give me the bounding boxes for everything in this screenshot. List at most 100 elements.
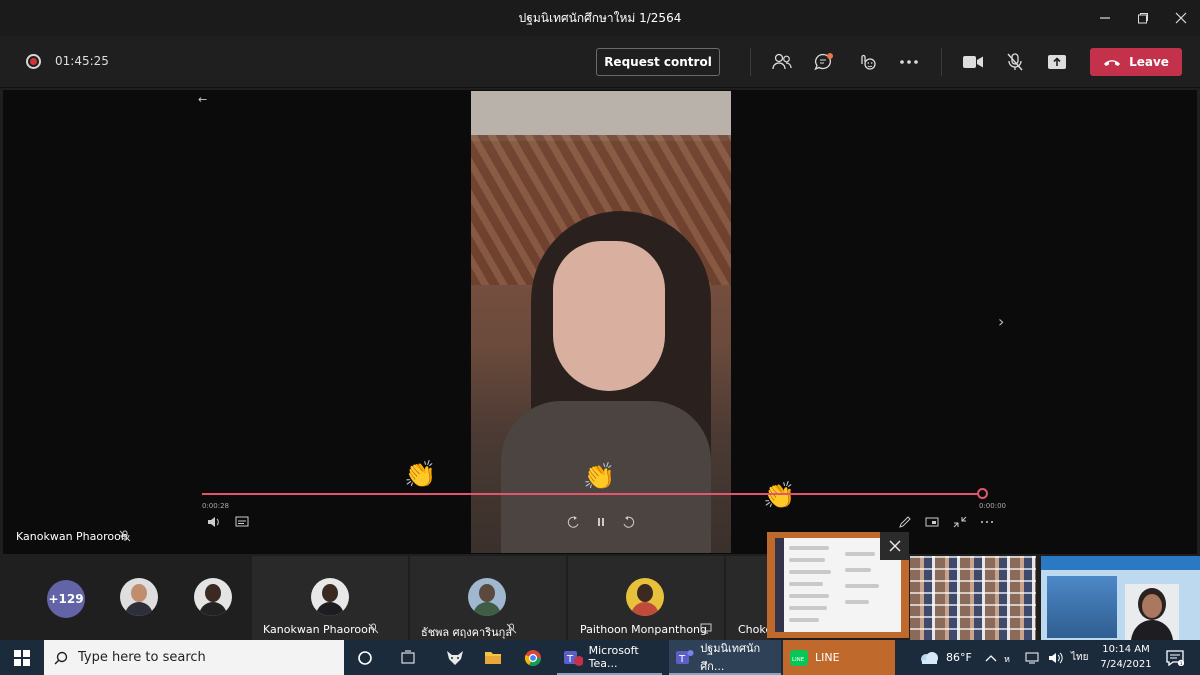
meeting-timer: 01:45:25 bbox=[55, 54, 109, 68]
preview-row bbox=[789, 618, 819, 622]
mic-muted-icon bbox=[368, 623, 379, 634]
task-view-icon[interactable] bbox=[393, 640, 423, 675]
request-control-button[interactable]: Request control bbox=[596, 48, 720, 76]
taskbar-search[interactable]: Type here to search bbox=[44, 640, 344, 675]
system-tray: ห ไทย bbox=[985, 640, 1088, 675]
avatar bbox=[626, 578, 664, 616]
svg-text:T: T bbox=[678, 654, 686, 665]
participant-name: Paithoon Monpanthong bbox=[580, 623, 708, 636]
rewind-icon[interactable] bbox=[567, 516, 581, 531]
avatar bbox=[468, 578, 506, 616]
participant-name: Kanokwan Phaoroon bbox=[263, 623, 375, 636]
cloud-icon bbox=[921, 651, 938, 664]
speaker-icon[interactable] bbox=[1048, 651, 1064, 665]
close-preview-icon[interactable] bbox=[880, 532, 909, 560]
taskbar-app-label: LINE bbox=[815, 651, 840, 664]
more-options-icon[interactable] bbox=[980, 516, 994, 531]
line-icon: LINE bbox=[790, 649, 808, 666]
avatar bbox=[311, 578, 349, 616]
pause-icon[interactable] bbox=[595, 516, 607, 531]
captions-icon[interactable] bbox=[235, 516, 249, 531]
volume-icon[interactable] bbox=[207, 516, 221, 531]
pen-icon[interactable] bbox=[898, 516, 912, 531]
collapse-icon[interactable] bbox=[953, 516, 967, 531]
react-icon[interactable] bbox=[854, 50, 880, 74]
leave-button[interactable]: Leave bbox=[1090, 48, 1182, 76]
title-bar: ปฐมนิเทศนักศึกษาใหม่ 1/2564 bbox=[0, 0, 1200, 36]
meeting-toolbar: 01:45:25 Request control Leave bbox=[0, 36, 1200, 88]
avatar[interactable] bbox=[120, 578, 158, 616]
language-indicator[interactable]: ไทย bbox=[1071, 650, 1088, 665]
more-icon[interactable] bbox=[896, 50, 922, 74]
fox-app-icon[interactable] bbox=[440, 640, 470, 675]
people-icon[interactable] bbox=[769, 50, 795, 74]
avatar-body bbox=[473, 602, 501, 616]
clap-reaction: 👏 bbox=[763, 481, 796, 511]
toolbar-divider bbox=[941, 48, 942, 76]
avatar-head bbox=[637, 584, 653, 602]
clap-reaction: 👏 bbox=[404, 460, 437, 490]
keyboard-ime-icon[interactable]: ห bbox=[1004, 651, 1018, 665]
leave-label: Leave bbox=[1129, 55, 1169, 69]
minimize-icon[interactable] bbox=[1086, 0, 1124, 36]
svg-text:1: 1 bbox=[1180, 661, 1183, 666]
picture-in-picture-icon[interactable] bbox=[925, 516, 939, 531]
video-person-face bbox=[553, 241, 665, 391]
restore-icon[interactable] bbox=[1124, 0, 1162, 36]
time-remaining: 0:00:00 bbox=[979, 502, 1006, 510]
participant-name: ธัชพล ศฤงคารินกุล bbox=[421, 626, 513, 639]
avatar-body bbox=[199, 602, 227, 616]
avatar-head bbox=[205, 584, 221, 602]
mic-muted-icon bbox=[506, 623, 517, 634]
preview-row bbox=[845, 568, 871, 572]
file-explorer-icon[interactable] bbox=[478, 640, 508, 675]
cortana-icon[interactable] bbox=[350, 640, 380, 675]
thumbnail-building bbox=[1047, 576, 1117, 638]
network-icon[interactable] bbox=[1025, 651, 1041, 665]
avatar-body bbox=[631, 602, 659, 616]
avatar[interactable] bbox=[194, 578, 232, 616]
taskbar-app-line[interactable]: LINE LINE bbox=[783, 640, 895, 675]
svg-text:LINE: LINE bbox=[792, 657, 805, 663]
chevron-right-icon[interactable]: › bbox=[998, 312, 1004, 331]
gallery-thumbnail[interactable] bbox=[910, 556, 1036, 640]
preview-row bbox=[845, 600, 869, 604]
more-participants-badge[interactable]: +129 bbox=[47, 580, 85, 618]
clock-date: 7/24/2021 bbox=[1100, 659, 1152, 670]
camera-icon[interactable] bbox=[960, 50, 986, 74]
weather-widget[interactable]: 86°F bbox=[918, 640, 972, 675]
progress-knob[interactable] bbox=[977, 488, 988, 499]
windows-start-icon[interactable] bbox=[0, 640, 44, 675]
preview-row bbox=[789, 606, 827, 610]
teams-icon: T bbox=[676, 649, 694, 665]
taskbar-app-teams-1[interactable]: T Microsoft Tea... bbox=[557, 640, 662, 675]
chat-icon[interactable] bbox=[811, 50, 837, 74]
taskbar-clock[interactable]: 10:14 AM 7/24/2021 bbox=[1097, 642, 1155, 672]
avatar-body bbox=[316, 602, 344, 616]
preview-row bbox=[845, 552, 875, 556]
search-icon bbox=[54, 651, 68, 665]
svg-text:T: T bbox=[566, 654, 574, 665]
taskbar-app-teams-2[interactable]: T ปฐมนิเทศนักศึก... bbox=[669, 640, 781, 675]
search-placeholder: Type here to search bbox=[78, 650, 206, 665]
close-icon[interactable] bbox=[1162, 0, 1200, 36]
mic-muted-icon[interactable] bbox=[1002, 50, 1028, 74]
clap-reaction: 👏 bbox=[583, 462, 616, 492]
preview-row bbox=[789, 546, 829, 550]
svg-text:ห: ห bbox=[1004, 655, 1010, 665]
video-progress-bar[interactable] bbox=[202, 493, 982, 495]
toolbar-divider bbox=[750, 48, 751, 76]
chrome-icon[interactable] bbox=[518, 640, 548, 675]
weather-temp: 86°F bbox=[946, 651, 972, 664]
time-elapsed: 0:00:28 bbox=[202, 502, 229, 510]
back-arrow-icon[interactable]: ← bbox=[198, 93, 207, 106]
forward-icon[interactable] bbox=[621, 516, 635, 531]
notifications-icon[interactable]: 1 bbox=[1160, 640, 1190, 675]
share-icon[interactable] bbox=[1044, 50, 1070, 74]
preview-row bbox=[789, 582, 823, 586]
chevron-up-icon[interactable] bbox=[985, 653, 997, 663]
avatar-body bbox=[125, 602, 153, 616]
taskbar-app-label: Microsoft Tea... bbox=[588, 643, 639, 670]
phone-hangup-icon bbox=[1104, 60, 1121, 66]
thumbnail-banner bbox=[1041, 556, 1200, 570]
